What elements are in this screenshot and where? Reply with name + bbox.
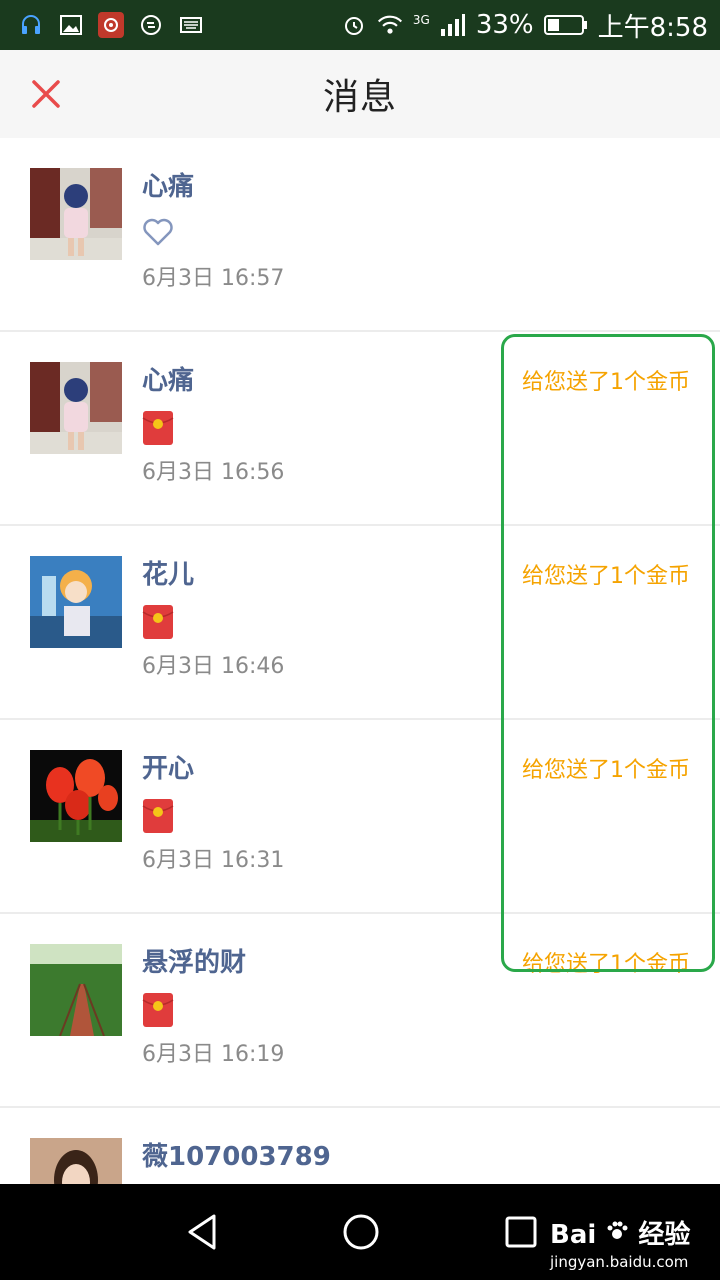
message-time: 6月3日 16:57 bbox=[142, 266, 285, 291]
watermark-url: jingyan.baidu.com bbox=[550, 1253, 689, 1271]
wifi-icon bbox=[377, 12, 403, 38]
red-packet-icon bbox=[142, 604, 174, 639]
gift-text: 给您送了1个金币 bbox=[522, 564, 690, 589]
battery-percent: 33% bbox=[475, 10, 534, 40]
gift-text: 给您送了1个金币 bbox=[522, 758, 690, 783]
avatar[interactable] bbox=[30, 944, 122, 1036]
red-packet-icon bbox=[142, 798, 174, 833]
page-title: 消息 bbox=[322, 77, 397, 118]
alarm-icon bbox=[341, 12, 367, 38]
avatar[interactable] bbox=[30, 750, 122, 842]
avatar[interactable] bbox=[30, 362, 122, 454]
network-type: 3G bbox=[412, 12, 430, 27]
message-time: 6月3日 16:31 bbox=[142, 848, 285, 873]
clock: 上午8:58 bbox=[597, 12, 708, 43]
battery-icon bbox=[543, 12, 588, 38]
username[interactable]: 薇107003789 bbox=[142, 1136, 331, 1173]
paw-icon bbox=[605, 1220, 638, 1250]
header: 消息 bbox=[0, 50, 720, 138]
message-row[interactable]: 心痛 6月3日 16:57 bbox=[0, 138, 720, 332]
heart-icon bbox=[142, 216, 174, 248]
message-time: 6月3日 16:46 bbox=[142, 654, 285, 679]
watermark-brand-cn: 经验 bbox=[638, 1220, 691, 1250]
message-list: 心痛 6月3日 16:57 心痛 6月3日 16:56 给您送了1个金币 花儿 … bbox=[0, 138, 720, 1184]
username[interactable]: 心痛 bbox=[142, 166, 194, 203]
image-icon bbox=[58, 12, 84, 38]
red-packet-icon bbox=[142, 992, 174, 1027]
watermark-brand: Bai bbox=[550, 1220, 597, 1250]
headset-icon bbox=[18, 12, 44, 38]
flower-app-icon bbox=[98, 12, 124, 38]
home-button[interactable] bbox=[337, 1208, 385, 1256]
recents-icon bbox=[505, 1216, 537, 1248]
message-row[interactable]: 花儿 6月3日 16:46 给您送了1个金币 bbox=[0, 526, 720, 720]
gift-text: 给您送了1个金币 bbox=[522, 370, 690, 395]
avatar[interactable] bbox=[30, 556, 122, 648]
back-button[interactable] bbox=[178, 1208, 226, 1256]
signal-icon bbox=[440, 12, 466, 38]
message-row[interactable]: 悬浮的财 6月3日 16:19 给您送了1个金币 bbox=[0, 914, 720, 1108]
username[interactable]: 心痛 bbox=[142, 360, 194, 397]
status-bar: 3G 33% 上午8:58 bbox=[0, 0, 720, 50]
message-time: 6月3日 16:19 bbox=[142, 1042, 285, 1067]
home-icon bbox=[343, 1214, 379, 1250]
sync-icon bbox=[138, 12, 164, 38]
avatar[interactable] bbox=[30, 168, 122, 260]
watermark: Bai 经验 jingyan.baidu.com bbox=[550, 1214, 690, 1271]
close-button[interactable] bbox=[28, 76, 64, 112]
close-icon bbox=[32, 80, 60, 108]
avatar[interactable] bbox=[30, 1138, 122, 1184]
username[interactable]: 花儿 bbox=[142, 554, 194, 591]
keyboard-icon bbox=[178, 12, 204, 38]
username[interactable]: 开心 bbox=[142, 748, 194, 785]
recents-button[interactable] bbox=[497, 1208, 545, 1256]
red-packet-icon bbox=[142, 410, 174, 445]
message-row[interactable]: 开心 6月3日 16:31 给您送了1个金币 bbox=[0, 720, 720, 914]
gift-text: 给您送了1个金币 bbox=[522, 952, 690, 977]
username[interactable]: 悬浮的财 bbox=[142, 942, 246, 979]
back-icon bbox=[188, 1214, 216, 1250]
message-time: 6月3日 16:56 bbox=[142, 460, 285, 485]
message-row[interactable]: 心痛 6月3日 16:56 给您送了1个金币 bbox=[0, 332, 720, 526]
message-row[interactable]: 薇107003789 bbox=[0, 1108, 720, 1184]
